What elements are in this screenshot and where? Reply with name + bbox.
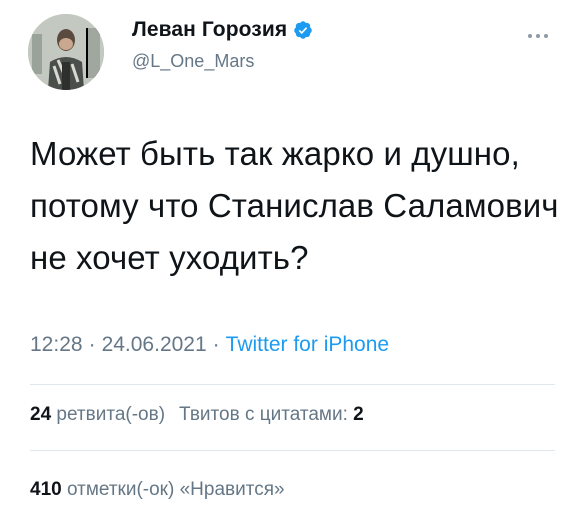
meta-separator: · [212,333,220,356]
more-dots-icon[interactable] [520,29,556,43]
tweet-date[interactable]: 24.06.2021 [102,333,207,356]
retweets-label: ретвита(-ов) [56,404,166,425]
divider [30,384,555,385]
quotes-label: Твитов с цитатами: [179,404,348,425]
quotes-stat[interactable]: Твитов с цитатами: 2 [179,404,364,425]
author-name-row: Леван Горозия [132,18,313,42]
profile-photo-icon [28,14,104,90]
author-handle[interactable]: @L_One_Mars [132,51,254,72]
likes-count: 410 [30,479,62,500]
quotes-count: 2 [353,404,364,425]
verified-badge-icon [294,21,312,39]
likes-stats-row: 410 отметки(-ок) «Нравится» [30,479,285,501]
likes-label: отметки(-ок) «Нравится» [66,479,285,500]
divider [30,450,555,451]
avatar[interactable] [28,14,104,90]
tweet-text: Может быть так жарко и душно, потому что… [30,135,559,276]
tweet-meta: 12:28 · 24.06.2021 · Twitter for iPhone [30,333,389,357]
author-display-name[interactable]: Леван Горозия [132,18,287,42]
retweet-stats-row: 24 ретвита(-ов) Твитов с цитатами: 2 [30,404,364,426]
tweet-card: Леван Горозия @L_One_Mars Может быть так… [0,0,585,526]
tweet-source-link[interactable]: Twitter for iPhone [226,333,389,356]
retweets-stat[interactable]: 24 ретвита(-ов) [30,404,165,425]
likes-stat[interactable]: 410 отметки(-ок) «Нравится» [30,479,285,500]
tweet-time[interactable]: 12:28 [30,333,83,356]
meta-separator: · [88,333,96,356]
retweets-count: 24 [30,404,52,425]
